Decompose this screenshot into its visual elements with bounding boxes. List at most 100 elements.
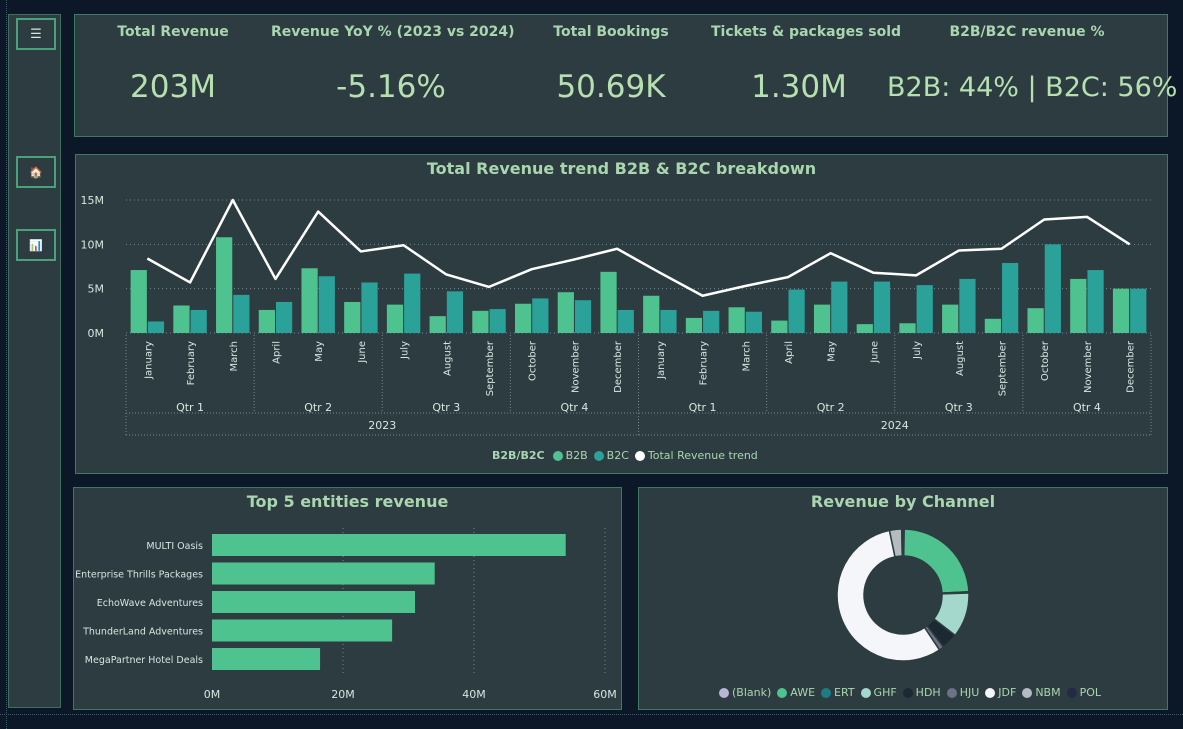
bar-b2c	[318, 276, 335, 333]
x-tick-label: February	[699, 341, 710, 385]
bar-b2b	[643, 295, 660, 333]
entity-label: MegaPartner Hotel Deals	[85, 655, 203, 666]
bar-b2c	[959, 278, 976, 333]
quarter-label: Qtr 4	[560, 401, 588, 414]
legend-label: HJU	[959, 686, 980, 699]
legend-swatch	[902, 687, 913, 698]
quarter-label: Qtr 4	[1073, 401, 1101, 414]
kpi-value: B2B: 44% | B2C: 56%	[887, 72, 1178, 103]
x-tick-label: April	[271, 341, 282, 364]
quarter-label: Qtr 1	[176, 401, 204, 414]
kpi-value: 1.30M	[751, 69, 847, 105]
y-tick-label: 5M	[88, 283, 105, 296]
bar-b2c	[275, 301, 293, 333]
x-tick-label: February	[186, 341, 197, 385]
bar-b2b	[1112, 288, 1130, 333]
bar-b2b	[685, 317, 703, 333]
x-tick-label: December	[1126, 340, 1137, 393]
entity-bar	[212, 648, 321, 670]
entity-label: ThunderLand Adventures	[82, 627, 203, 638]
legend-swatch	[860, 687, 871, 698]
y-tick-label: 10M	[81, 238, 105, 251]
channel-donut-chart[interactable]	[639, 488, 1169, 711]
bar-b2c	[147, 321, 165, 333]
top-entities-panel: Top 5 entities revenue 0M 20M 40M 60M MULTI …	[73, 487, 622, 710]
legend-label: AWE	[790, 686, 816, 699]
kpi-card[interactable]: B2B/B2C revenue % B2B: 44% | B2C: 56%	[887, 15, 1178, 135]
kpi-label: B2B/B2C revenue %	[949, 24, 1105, 40]
bar-b2c	[574, 300, 592, 333]
year-label: 2023	[368, 419, 396, 432]
kpi-card[interactable]: Total Revenue 203M	[75, 15, 271, 135]
kpi-card[interactable]: Total Bookings 50.69K	[511, 15, 711, 135]
top-entities-chart[interactable]: 0M 20M 40M 60M MULTI Oasis Enterprise Thrills…	[74, 488, 623, 711]
legend-swatch	[946, 687, 957, 698]
bar-b2b	[301, 268, 318, 333]
x-tick-label: November	[570, 340, 581, 393]
bar-b2c	[532, 298, 549, 333]
bar-b2c	[233, 294, 250, 333]
legend-swatch	[821, 687, 832, 698]
kpi-label: Revenue YoY % (2023 vs 2024)	[271, 24, 515, 40]
trend-legend[interactable]: B2B/B2C B2B B2C Total Revenue trend	[492, 449, 758, 462]
bar-b2c	[745, 311, 762, 333]
bar-b2c	[873, 281, 891, 333]
bar-b2b	[1070, 278, 1087, 333]
bar-b2b	[771, 320, 788, 333]
chart-icon[interactable]: 📊	[16, 229, 56, 261]
legend-label: (Blank)	[732, 686, 772, 699]
bar-b2c	[1087, 270, 1104, 333]
quarter-label: Qtr 2	[817, 401, 845, 414]
revenue-trend-chart[interactable]: 0M 5M 10M 15M January February March April May Ju…	[76, 155, 1169, 475]
legend-swatch	[593, 450, 604, 461]
home-icon[interactable]: 🏠	[16, 156, 56, 188]
x-tick-label: October	[528, 340, 539, 381]
bar-b2c	[1130, 288, 1147, 333]
x-tick-label: 40M	[462, 688, 486, 701]
menu-icon[interactable]: ☰	[16, 18, 56, 50]
bar-b2b	[258, 309, 275, 333]
legend-title: B2B/B2C	[492, 449, 545, 462]
kpi-card[interactable]: Tickets & packages sold 1.30M	[711, 15, 901, 135]
x-tick-label: 60M	[593, 688, 617, 701]
bar-b2b	[984, 318, 1002, 333]
kpi-value: 50.69K	[556, 69, 666, 105]
channel-legend[interactable]: (Blank) AWE ERT GHF HDH HJU JDF NBM POL	[713, 686, 1101, 699]
bar-b2c	[831, 281, 848, 333]
bar-b2c	[660, 309, 677, 333]
bar-b2b	[216, 237, 233, 333]
legend-swatch	[985, 687, 996, 698]
bar-b2c	[446, 291, 464, 333]
channel-panel: Revenue by Channel (Blank) AWE ERT GHF HDH HJ…	[638, 487, 1168, 710]
kpi-label: Total Revenue	[117, 24, 229, 40]
bar-b2c	[1044, 244, 1061, 333]
x-tick-label: July	[400, 341, 411, 360]
legend-label: HDH	[915, 686, 941, 699]
bar-b2b	[173, 305, 190, 333]
kpi-card[interactable]: Revenue YoY % (2023 vs 2024) -5.16%	[271, 15, 515, 135]
x-tick-label: June	[869, 341, 880, 364]
bar-b2b	[557, 292, 574, 333]
entity-bar	[212, 619, 393, 642]
legend-label: B2B	[565, 449, 588, 462]
bar-b2b	[856, 324, 873, 333]
legend-swatch	[1022, 687, 1033, 698]
legend-label: NBM	[1035, 686, 1061, 699]
legend-label: B2C	[606, 449, 629, 462]
x-tick-label: October	[1040, 340, 1051, 381]
legend-swatch	[634, 450, 645, 461]
legend-swatch	[1066, 687, 1077, 698]
year-label: 2024	[881, 419, 909, 432]
bar-b2c	[361, 282, 378, 333]
bar-b2b	[515, 303, 532, 333]
entity-label: EchoWave Adventures	[97, 598, 203, 609]
legend-label: Total Revenue trend	[647, 449, 758, 462]
bar-b2b	[899, 323, 916, 333]
x-tick-label: January	[143, 341, 154, 380]
bar-b2c	[1002, 262, 1019, 333]
x-tick-label: 20M	[331, 688, 355, 701]
donut-slice-awe	[902, 528, 970, 594]
x-tick-label: March	[229, 341, 240, 371]
legend-swatch	[552, 450, 563, 461]
entity-bar	[212, 562, 435, 585]
